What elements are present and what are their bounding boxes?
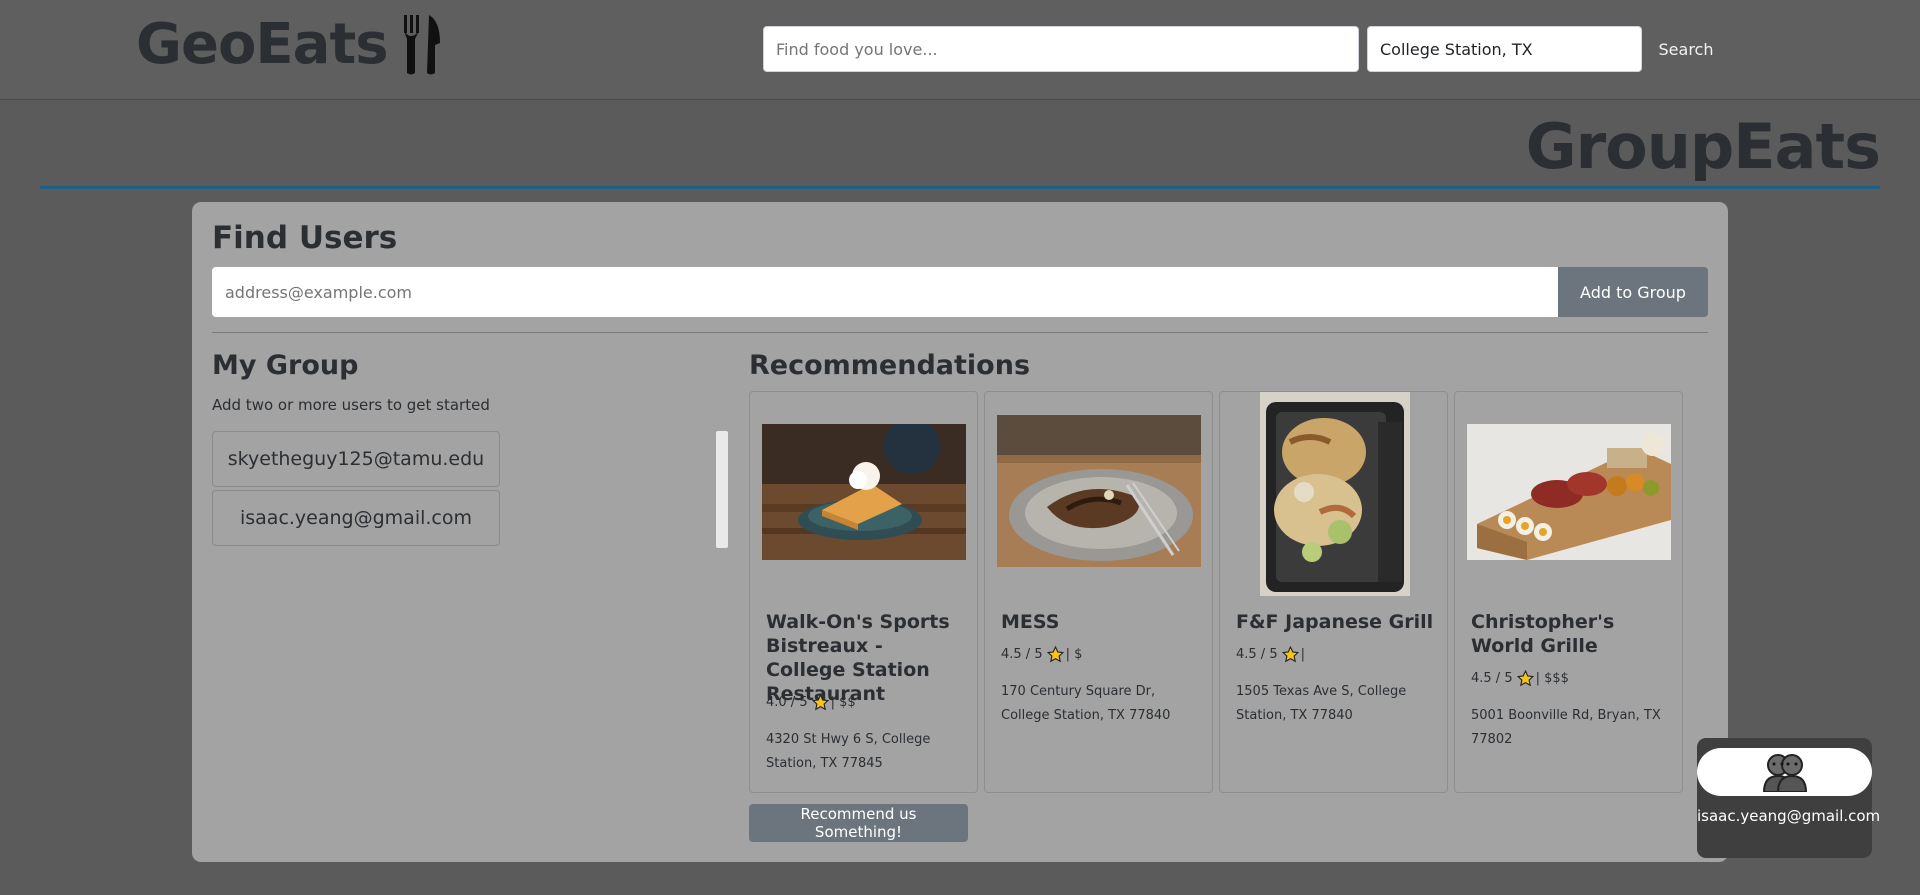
top-navbar: GeoEats Search [0,0,1920,100]
restaurant-image [997,415,1201,567]
find-users-title: Find Users [212,220,398,256]
rating-value: 4.5 / 5 [1001,647,1043,662]
rating-value: 4.5 / 5 [1236,647,1278,662]
restaurant-address: 170 Century Square Dr, College Station, … [1001,684,1171,723]
title-divider [40,186,1880,189]
recommend-button[interactable]: Recommend us Something! [749,804,968,842]
restaurant-name: MESS [1001,611,1060,633]
star-icon [811,694,829,711]
food-search-input[interactable] [763,26,1359,72]
restaurant-rating: 4.5 / 5 | $ [1001,646,1082,663]
price-level: | $ [1065,647,1083,662]
location-input[interactable] [1367,26,1642,72]
star-icon [1516,670,1534,687]
price-level: | $$ [830,695,856,710]
star-icon [1281,646,1299,663]
rating-value: 4.5 / 5 [1471,671,1513,686]
group-scrollbar[interactable] [716,431,728,548]
users-icon [1762,754,1807,792]
restaurant-image [1260,392,1410,596]
restaurant-image [762,424,966,560]
restaurant-image [1467,424,1671,560]
current-user-badge[interactable]: isaac.yeang@gmail.com [1697,738,1881,858]
user-avatar[interactable] [1697,748,1872,796]
rating-value: 4.0 / 5 [766,695,808,710]
search-button[interactable]: Search [1652,26,1720,72]
my-group-hint: Add two or more users to get started [212,396,490,414]
star-icon [1046,646,1064,663]
restaurant-rating: 4.0 / 5 | $$ [766,694,856,711]
restaurant-card[interactable]: MESS 4.5 / 5 | $ 170 Century Square Dr, … [984,391,1213,793]
restaurant-name: Christopher's World Grille [1471,611,1615,657]
restaurant-rating: 4.5 / 5 | [1236,646,1305,663]
user-email-input[interactable] [212,267,1558,317]
group-eats-panel: Find Users Add to Group My Group Add two… [192,202,1728,862]
restaurant-card[interactable]: Christopher's World Grille 4.5 / 5 | $$$… [1454,391,1683,793]
price-level: | $$$ [1535,671,1569,686]
logo-text: GeoEats [136,12,389,77]
section-divider [212,332,1708,333]
restaurant-address: 5001 Boonville Rd, Bryan, TX 77802 [1471,708,1661,747]
group-member[interactable]: skyetheguy125@tamu.edu [212,431,500,487]
group-member[interactable]: isaac.yeang@gmail.com [212,490,500,546]
price-level: | [1300,647,1305,662]
add-to-group-button[interactable]: Add to Group [1558,267,1708,317]
current-user-email: isaac.yeang@gmail.com [1697,807,1881,825]
fork-knife-icon [403,14,440,74]
page-title: GroupEats [1525,110,1881,183]
restaurant-name: Walk-On's Sports Bistreaux - College Sta… [766,611,950,705]
restaurant-rating: 4.5 / 5 | $$$ [1471,670,1569,687]
restaurant-address: 1505 Texas Ave S, College Station, TX 77… [1236,684,1407,723]
restaurant-card[interactable]: Walk-On's Sports Bistreaux - College Sta… [749,391,978,793]
my-group-title: My Group [212,350,359,381]
restaurant-card[interactable]: F&F Japanese Grill 4.5 / 5 | 1505 Texas … [1219,391,1448,793]
recommendations-title: Recommendations [749,350,1031,381]
restaurant-name: F&F Japanese Grill [1236,611,1434,633]
logo[interactable]: GeoEats [136,12,442,77]
restaurant-address: 4320 St Hwy 6 S, College Station, TX 778… [766,732,931,771]
